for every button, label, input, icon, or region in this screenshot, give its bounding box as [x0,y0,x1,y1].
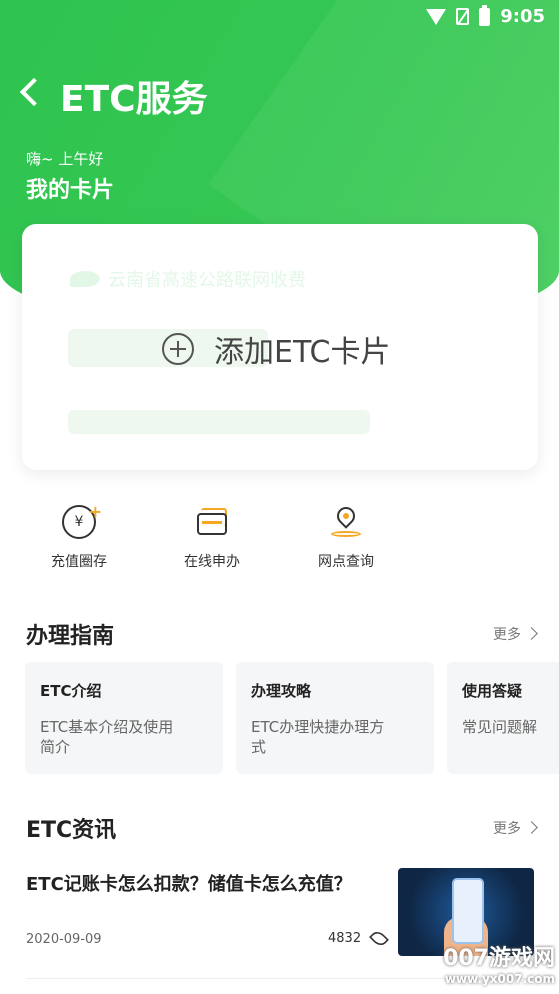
guide-desc-line: 式 [251,738,267,756]
page-title: ETC服务 [60,79,208,120]
action-label: 充值圈存 [51,554,107,570]
battery-icon [479,4,491,26]
guide-title: 使用答疑 [462,682,523,700]
action-label: 网点查询 [318,554,374,570]
guide-desc: ETC基本介绍及使用 简介 [40,717,208,757]
issuer-logo: 云南省高速公路联网收费 [70,266,306,292]
more-link[interactable]: 更多 [493,818,536,838]
status-bar: 9:05 [0,0,559,34]
section-title: ETC资讯 [26,818,117,843]
guide-carousel[interactable]: ETC介绍 ETC基本介绍及使用 简介 办理攻略 ETC办理快捷办理方 式 使用… [25,662,559,774]
no-sim-icon [456,8,470,25]
status-time: 9:05 [500,6,545,27]
add-card-label: 添加ETC卡片 [214,335,391,370]
view-count: 4832 [328,928,389,949]
quick-actions: ¥ 充值圈存 在线申办 网点查询 [0,497,559,575]
guide-desc: 常见问题解 [462,717,559,737]
news-title: ETC记账卡怎么扣款？储值卡怎么充值？ [26,874,352,895]
guide-card[interactable]: 使用答疑 常见问题解 [447,662,559,774]
add-etc-card-button[interactable]: 添加ETC卡片 [162,327,390,371]
guide-desc-line: 简介 [40,738,71,756]
eye-icon [369,928,389,949]
action-label: 在线申办 [184,554,240,570]
guide-card[interactable]: 办理攻略 ETC办理快捷办理方 式 [236,662,434,774]
news-date: 2020-09-09 [26,932,102,947]
outlet-query-button[interactable]: 网点查询 [296,503,396,571]
news-section-header: ETC资讯 更多 [26,812,536,843]
greeting-text: 嗨~ 上午好 [26,150,104,168]
issuer-text: 云南省高速公路联网收费 [108,270,306,291]
view-count-value: 4832 [328,931,362,946]
watermark-url: www.yx007.com [444,972,555,986]
more-link[interactable]: 更多 [493,624,536,644]
watermark-title: 007游戏网 [443,946,555,971]
guide-desc-line: ETC基本介绍及使用 [40,718,174,736]
etc-card-placeholder: 云南省高速公路联网收费 添加ETC卡片 [22,224,538,470]
section-title: 办理指南 [26,624,115,649]
guide-title: ETC介绍 [40,682,102,700]
guide-section-header: 办理指南 更多 [26,618,536,649]
guide-desc-line: 常见问题解 [462,718,538,736]
guide-card[interactable]: ETC介绍 ETC基本介绍及使用 简介 [25,662,223,774]
plus-circle-icon [162,333,194,365]
location-pin-icon [329,503,363,539]
guide-title: 办理攻略 [251,682,312,700]
guide-desc-line: ETC办理快捷办理方 [251,718,385,736]
card-placeholder-bar [68,410,370,434]
back-arrow-icon[interactable] [18,74,48,110]
my-cards-title: 我的卡片 [26,178,115,203]
phone-image [452,878,484,944]
recharge-button[interactable]: ¥ 充值圈存 [29,497,129,571]
card-apply-icon [195,505,229,539]
recharge-icon: ¥ [62,497,102,539]
leaf-logo-icon [70,271,100,287]
online-apply-button[interactable]: 在线申办 [162,505,262,571]
watermark: 007游戏网 www.yx007.com [443,940,555,986]
guide-desc: ETC办理快捷办理方 式 [251,717,419,757]
wifi-icon [426,8,447,25]
